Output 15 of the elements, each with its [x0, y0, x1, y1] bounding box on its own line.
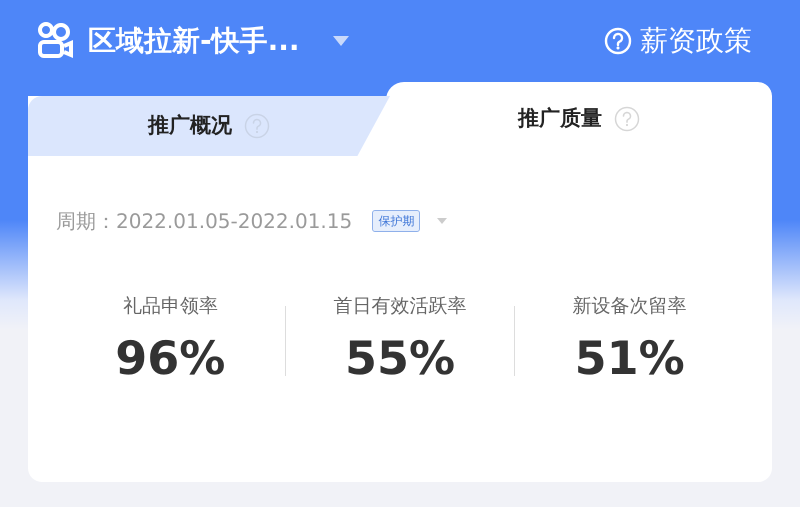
period-range[interactable]: 2022.01.05-2022.01.15	[116, 206, 352, 236]
salary-policy-link[interactable]: 薪资政策	[640, 20, 752, 62]
metric-label: 新设备次留率	[572, 294, 688, 319]
dropdown-caret-icon[interactable]	[332, 35, 350, 47]
metric-value: 96%	[114, 332, 226, 384]
help-icon[interactable]	[614, 106, 640, 132]
protection-period-tag: 保护期	[372, 210, 420, 232]
dropdown-caret-icon[interactable]	[436, 217, 448, 225]
metric-value: 51%	[574, 332, 686, 384]
metric-label: 首日有效活跃率	[332, 294, 468, 319]
metric-label: 礼品申领率	[122, 294, 219, 319]
metric-value: 55%	[344, 332, 456, 384]
app-title[interactable]: 区域拉新-快手...	[88, 20, 300, 62]
tab[interactable]: 推广概况	[28, 96, 390, 156]
period-label: 周期：	[56, 208, 116, 235]
